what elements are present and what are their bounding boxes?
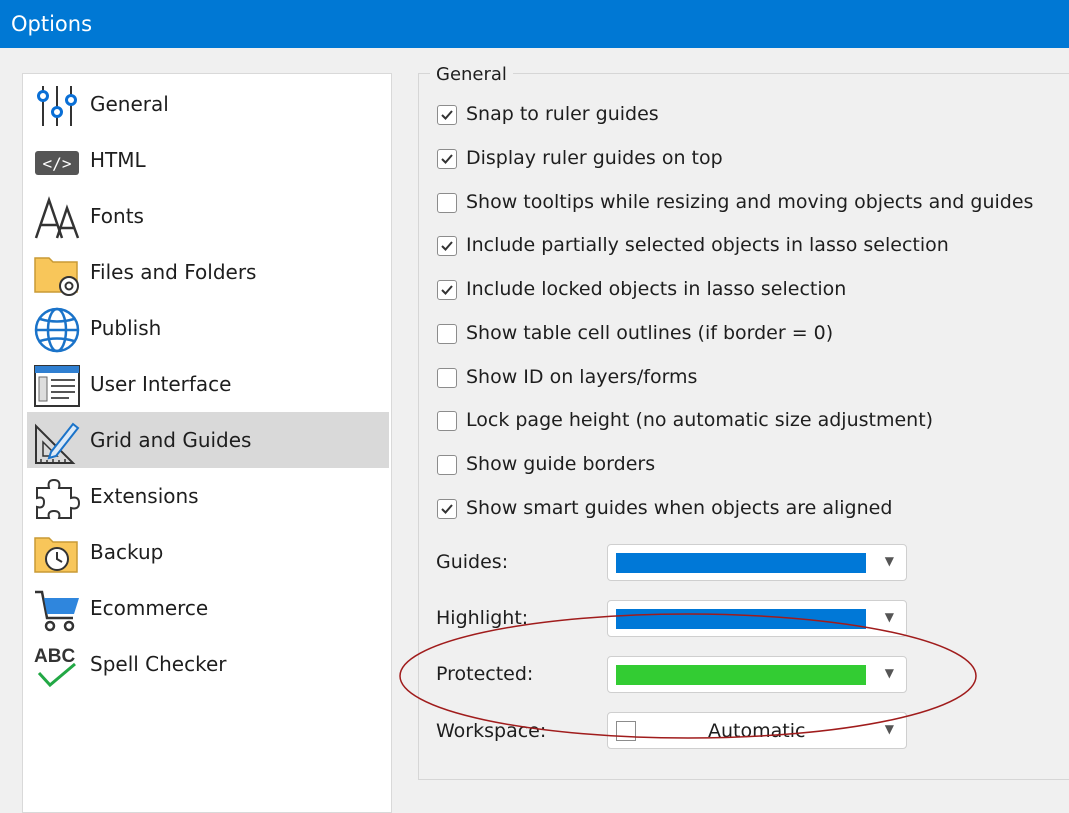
- chevron-down-icon: ▼: [884, 666, 894, 680]
- nav-item-html[interactable]: </> HTML: [27, 132, 389, 188]
- abc-check-icon: ABC: [33, 642, 81, 690]
- checkbox-label: Show guide borders: [466, 453, 656, 475]
- nav-item-user-interface[interactable]: User Interface: [27, 356, 389, 412]
- nav-label: HTML: [90, 148, 146, 172]
- checkbox-label: Include partially selected objects in la…: [466, 234, 949, 256]
- chevron-down-icon: ▼: [884, 554, 894, 568]
- nav-label: Fonts: [90, 204, 144, 228]
- group-legend: General: [430, 64, 513, 85]
- guides-label: Guides:: [436, 551, 509, 573]
- puzzle-icon: [33, 474, 81, 522]
- highlight-color-swatch: [616, 609, 866, 629]
- options-category-list[interactable]: General </> HTML Fonts Files and Folders…: [22, 73, 392, 813]
- checkmark-icon: [441, 241, 453, 251]
- checkbox[interactable]: [437, 324, 457, 344]
- checkbox[interactable]: [437, 411, 457, 431]
- code-icon: </>: [33, 138, 81, 186]
- nav-item-publish[interactable]: Publish: [27, 300, 389, 356]
- protected-color-dropdown[interactable]: ▼: [607, 656, 907, 693]
- checkbox-label: Display ruler guides on top: [466, 147, 723, 169]
- checkbox-label: Include locked objects in lasso selectio…: [466, 278, 847, 300]
- window-title: Options: [11, 12, 93, 36]
- highlight-color-dropdown[interactable]: ▼: [607, 600, 907, 637]
- checkmark-icon: [441, 504, 453, 514]
- nav-item-ecommerce[interactable]: Ecommerce: [27, 580, 389, 636]
- workspace-label: Workspace:: [436, 720, 547, 742]
- cart-icon: [33, 586, 81, 634]
- nav-label: Files and Folders: [90, 260, 257, 284]
- protected-color-swatch: [616, 665, 866, 685]
- workspace-value: Automatic: [708, 720, 806, 742]
- checkbox-label: Show table cell outlines (if border = 0): [466, 322, 834, 344]
- svg-text:ABC: ABC: [34, 646, 75, 667]
- checkmark-icon: [441, 110, 453, 120]
- checkbox-label: Show ID on layers/forms: [466, 366, 698, 388]
- nav-label: Ecommerce: [90, 596, 209, 620]
- checkbox[interactable]: [437, 105, 457, 125]
- ruler-pencil-icon: [33, 418, 81, 466]
- guides-color-dropdown[interactable]: ▼: [607, 544, 907, 581]
- sliders-icon: [33, 82, 81, 130]
- nav-label: Backup: [90, 540, 164, 564]
- checkbox-label: Show smart guides when objects are align…: [466, 497, 893, 519]
- chevron-down-icon: ▼: [884, 610, 894, 624]
- guides-color-swatch: [616, 553, 866, 573]
- nav-label: Extensions: [90, 484, 199, 508]
- chevron-down-icon: ▼: [884, 722, 894, 736]
- nav-item-spell-checker[interactable]: ABC Spell Checker: [27, 636, 389, 692]
- checkbox-label: Show tooltips while resizing and moving …: [466, 191, 1034, 213]
- svg-text:</>: </>: [43, 154, 72, 173]
- checkbox[interactable]: [437, 455, 457, 475]
- checkbox[interactable]: [437, 193, 457, 213]
- folder-gear-icon: [33, 250, 81, 298]
- font-icon: [33, 194, 81, 242]
- nav-item-fonts[interactable]: Fonts: [27, 188, 389, 244]
- checkbox[interactable]: [437, 236, 457, 256]
- checkbox[interactable]: [437, 368, 457, 388]
- nav-item-files-and-folders[interactable]: Files and Folders: [27, 244, 389, 300]
- checkbox[interactable]: [437, 149, 457, 169]
- nav-label: Grid and Guides: [90, 428, 252, 452]
- globe-icon: [33, 306, 81, 354]
- nav-label: General: [90, 92, 169, 116]
- nav-item-grid-and-guides[interactable]: Grid and Guides: [27, 412, 389, 468]
- nav-item-backup[interactable]: Backup: [27, 524, 389, 580]
- workspace-color-dropdown[interactable]: Automatic ▼: [607, 712, 907, 749]
- window-icon: [33, 362, 81, 410]
- workspace-color-swatch: [616, 721, 636, 741]
- checkbox-label: Lock page height (no automatic size adju…: [466, 409, 934, 431]
- nav-label: Publish: [90, 316, 162, 340]
- protected-label: Protected:: [436, 663, 534, 685]
- checkbox[interactable]: [437, 499, 457, 519]
- checkmark-icon: [441, 285, 453, 295]
- nav-label: Spell Checker: [90, 652, 227, 676]
- highlight-label: Highlight:: [436, 607, 529, 629]
- title-bar: Options: [0, 0, 1069, 48]
- checkbox-label: Snap to ruler guides: [466, 103, 659, 125]
- checkmark-icon: [441, 154, 453, 164]
- nav-item-general[interactable]: General: [27, 76, 389, 132]
- nav-item-extensions[interactable]: Extensions: [27, 468, 389, 524]
- folder-clock-icon: [33, 530, 81, 578]
- checkbox[interactable]: [437, 280, 457, 300]
- nav-label: User Interface: [90, 372, 232, 396]
